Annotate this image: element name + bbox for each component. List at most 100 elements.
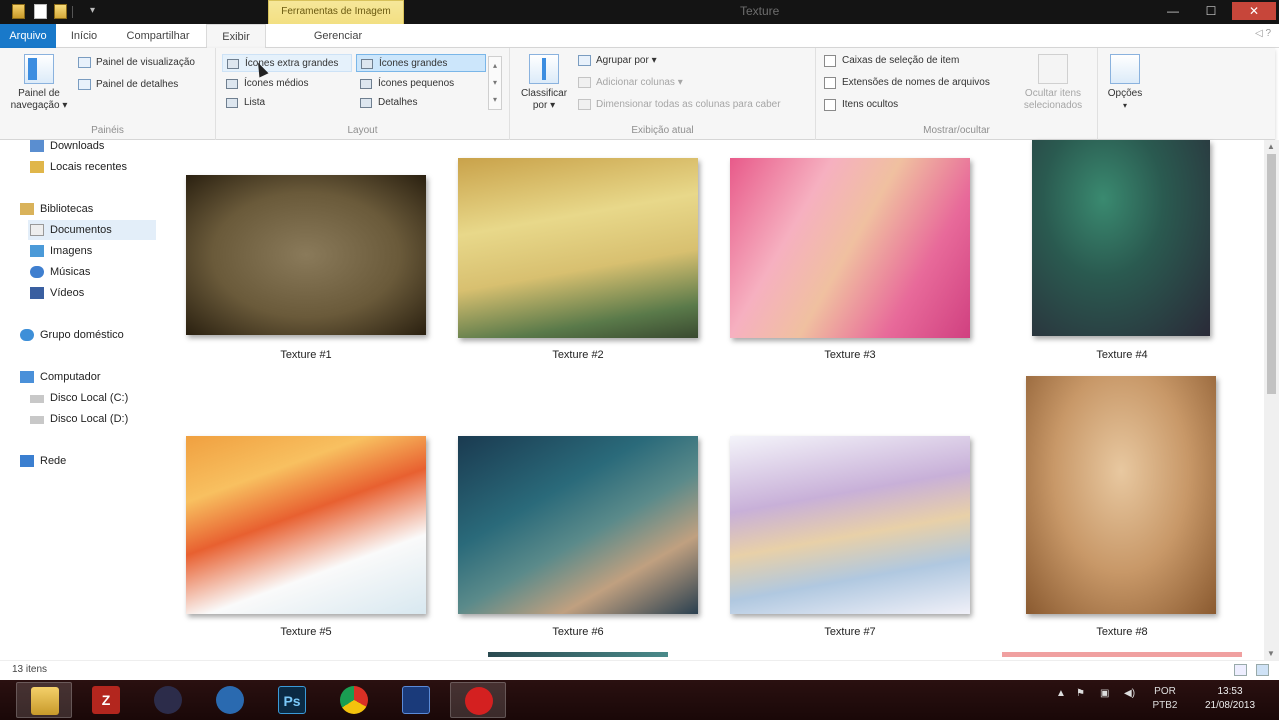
taskbar-chrome[interactable] [326,682,382,718]
scroll-up-icon[interactable]: ▴ [489,57,501,74]
file-name[interactable]: Texture #7 [730,626,970,638]
group-show-hide: Caixas de seleção de item Extensões de n… [816,48,1098,140]
flag-icon[interactable]: ⚑ [1076,688,1085,699]
help-icon[interactable]: ◁ ? [1255,28,1271,39]
scroll-up-icon[interactable]: ▲ [1267,142,1275,151]
input-language[interactable]: POR PTB2 [1150,685,1180,713]
expand-gallery-icon[interactable]: ▾ [489,91,501,108]
thumbnail-partial [488,652,668,657]
file-name[interactable]: Texture #6 [458,626,698,638]
taskbar-eclipse[interactable] [140,682,196,718]
navigation-pane: Downloads Locais recentes Bibliotecas Do… [0,140,160,660]
keyboard-layout: PTB2 [1152,700,1178,711]
thumbnail-texture-8[interactable] [1026,376,1216,614]
taskbar-file-explorer[interactable] [16,682,72,718]
checkbox-label: Itens ocultos [842,99,899,110]
thumbnail-texture-4[interactable] [1032,140,1210,336]
taskbar-app[interactable] [388,682,444,718]
group-by-label: Agrupar por ▾ [596,55,657,66]
thumbnail-texture-2[interactable] [458,158,698,338]
taskbar-filezilla[interactable]: Z [78,682,134,718]
show-hidden-icons-icon[interactable]: ▲ [1056,688,1066,699]
new-folder-icon[interactable] [54,4,67,19]
file-name[interactable]: Texture #5 [186,626,426,638]
layout-medium-icons[interactable]: Ícones médios [222,75,352,93]
nav-item-documents[interactable]: Documentos [28,220,156,240]
nav-item-label: Grupo doméstico [40,329,124,341]
thumbnail-texture-7[interactable] [730,436,970,614]
taskbar-browser[interactable] [202,682,258,718]
options-button[interactable]: Opções ▾ [1102,54,1148,112]
tab-file[interactable]: Arquivo [0,24,56,48]
scroll-down-icon[interactable]: ▾ [489,74,501,91]
file-name[interactable]: Texture #8 [1002,626,1242,638]
layout-item-label: Detalhes [378,97,418,108]
layout-item-label: Lista [244,97,266,108]
add-columns-button[interactable]: Adicionar colunas ▾ [576,74,683,92]
taskbar-photoshop[interactable]: Ps [264,682,320,718]
scroll-down-icon[interactable]: ▼ [1267,649,1275,658]
properties-icon[interactable] [34,4,47,19]
layout-extra-large-icons[interactable]: Ícones extra grandes [222,54,352,72]
item-checkboxes-toggle[interactable]: Caixas de seleção de item [822,52,959,70]
customize-quick-access-icon[interactable]: ▾ [90,5,95,16]
scrollbar-thumb[interactable] [1267,154,1276,394]
file-name[interactable]: Texture #4 [1002,349,1242,361]
sort-by-label: Classificar por ▾ [520,88,568,111]
tab-manage[interactable]: Gerenciar [278,24,398,48]
checkbox[interactable] [824,55,836,67]
close-button[interactable]: ✕ [1232,2,1276,20]
music-icon [30,266,44,278]
checkbox[interactable] [824,77,836,89]
volume-icon[interactable]: ◀) [1124,688,1135,699]
title-bar: ▾ Texture — ☐ ✕ [0,0,1279,24]
hidden-items-toggle[interactable]: Itens ocultos [822,96,898,114]
thumbnail-texture-1[interactable] [186,175,426,335]
fit-columns-button[interactable]: Dimensionar todas as colunas para caber [576,96,781,114]
sort-by-button[interactable]: Classificar por ▾ [516,54,572,112]
ribbon: Painel de navegação ▾ Painel de visualiz… [0,48,1275,140]
group-by-button[interactable]: Agrupar por ▾ [576,52,657,70]
taskbar-recorder[interactable] [450,682,506,718]
tab-view[interactable]: Exibir [206,24,266,48]
nav-item-label: Downloads [50,140,105,152]
large-icons-view-icon[interactable] [1256,664,1269,676]
language-code: POR [1154,686,1176,697]
checkbox-label: Extensões de nomes de arquivos [842,77,990,88]
layout-small-icons[interactable]: Ícones pequenos [356,75,486,93]
tab-home[interactable]: Início [62,24,106,48]
hide-selected-items-button[interactable]: Ocultar itens selecionados [1016,54,1090,112]
thumbnail-texture-3[interactable] [730,158,970,338]
documents-icon [30,224,44,236]
file-extensions-toggle[interactable]: Extensões de nomes de arquivos [822,74,990,92]
navigation-pane-button[interactable]: Painel de navegação ▾ [6,54,72,112]
maximize-button[interactable]: ☐ [1198,2,1224,20]
layout-item-label: Ícones grandes [379,58,448,69]
group-by-icon [578,55,591,66]
folder-icon[interactable] [12,4,25,19]
tab-share[interactable]: Compartilhar [114,24,202,48]
nav-item-label: Bibliotecas [40,203,94,215]
file-name[interactable]: Texture #2 [458,349,698,361]
navigation-pane-icon [24,54,54,84]
layout-item-label: Ícones pequenos [378,78,455,89]
file-name[interactable]: Texture #3 [730,349,970,361]
clock[interactable]: 13:53 21/08/2013 [1194,685,1266,713]
medium-icons-icon [226,79,238,89]
checkbox[interactable] [824,99,836,111]
details-view-icon[interactable] [1234,664,1247,676]
file-name[interactable]: Texture #1 [186,349,426,361]
group-options: Opções ▾ [1098,48,1152,140]
thumbnail-texture-6[interactable] [458,436,698,614]
details-pane-button[interactable]: Painel de detalhes [76,76,178,94]
layout-list[interactable]: Lista [222,94,352,112]
network-tray-icon[interactable]: ▣ [1100,688,1109,699]
layout-gallery-scroll[interactable]: ▴ ▾ ▾ [488,56,502,110]
minimize-button[interactable]: — [1160,2,1186,20]
preview-pane-button[interactable]: Painel de visualização [76,54,195,72]
vertical-scrollbar[interactable]: ▲ ▼ [1264,140,1279,660]
layout-large-icons[interactable]: Ícones grandes [356,54,486,72]
layout-details[interactable]: Detalhes [356,94,486,112]
sort-icon [529,54,559,84]
thumbnail-texture-5[interactable] [186,436,426,614]
